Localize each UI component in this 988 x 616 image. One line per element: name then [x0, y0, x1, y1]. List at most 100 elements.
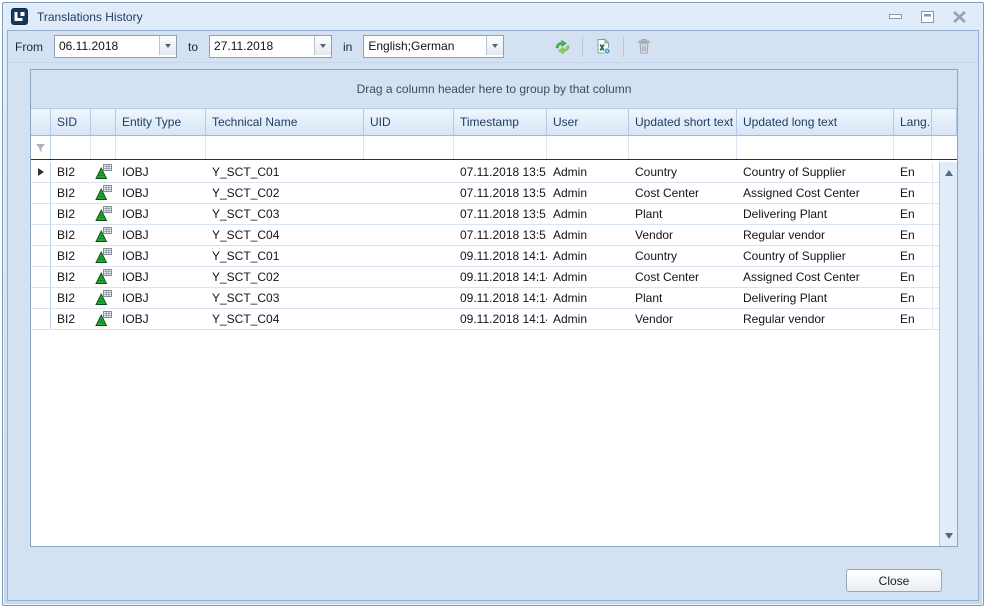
export-excel-button[interactable] [591, 35, 615, 59]
cell-uid[interactable] [364, 246, 454, 266]
cell-user[interactable]: Admin [547, 162, 629, 182]
cell-user[interactable]: Admin [547, 204, 629, 224]
cell-updated-long-text[interactable]: Regular vendor [737, 309, 894, 329]
cell-entity-type[interactable]: IOBJ [116, 288, 206, 308]
cell-technical-name[interactable]: Y_SCT_C04 [206, 225, 364, 245]
filter-cell-entity-type[interactable] [116, 136, 206, 159]
filter-cell-entity-icon[interactable] [91, 136, 116, 159]
cell-entity-icon[interactable] [91, 267, 116, 287]
cell-timestamp[interactable]: 07.11.2018 13:51 [454, 162, 547, 182]
cell-lang[interactable]: En [894, 162, 932, 182]
column-header-entity-type[interactable]: Entity Type [116, 109, 206, 136]
column-header-updated-short-text[interactable]: Updated short text [629, 109, 737, 136]
maximize-button[interactable] [919, 10, 935, 24]
cell-timestamp[interactable]: 07.11.2018 13:51 [454, 204, 547, 224]
cell-technical-name[interactable]: Y_SCT_C01 [206, 162, 364, 182]
language-dropdown-button[interactable] [486, 36, 503, 55]
column-header-timestamp[interactable]: Timestamp [454, 109, 547, 136]
column-header-entity-icon[interactable] [91, 109, 116, 136]
cell-entity-icon[interactable] [91, 162, 116, 182]
cell-entity-type[interactable]: IOBJ [116, 267, 206, 287]
cell-uid[interactable] [364, 204, 454, 224]
cell-user[interactable]: Admin [547, 288, 629, 308]
titlebar[interactable]: Translations History [3, 3, 983, 30]
to-date-input[interactable] [210, 36, 314, 55]
cell-entity-icon[interactable] [91, 309, 116, 329]
table-row[interactable]: BI2 IOBJ Y_SCT_C01 07.11.2018 13:51 Admi… [31, 162, 939, 183]
column-header-user[interactable]: User [547, 109, 629, 136]
cell-timestamp[interactable]: 07.11.2018 13:51 [454, 183, 547, 203]
minimize-button[interactable] [887, 10, 903, 24]
cell-updated-short-text[interactable]: Vendor [629, 309, 737, 329]
refresh-button[interactable] [550, 35, 574, 59]
table-row[interactable]: BI2 IOBJ Y_SCT_C03 09.11.2018 14:14 Admi… [31, 288, 939, 309]
cell-user[interactable]: Admin [547, 267, 629, 287]
cell-updated-long-text[interactable]: Regular vendor [737, 225, 894, 245]
cell-uid[interactable] [364, 162, 454, 182]
close-button[interactable]: Close [846, 569, 942, 592]
cell-sid[interactable]: BI2 [51, 183, 91, 203]
cell-timestamp[interactable]: 09.11.2018 14:14 [454, 288, 547, 308]
cell-sid[interactable]: BI2 [51, 288, 91, 308]
cell-sid[interactable]: BI2 [51, 204, 91, 224]
cell-updated-long-text[interactable]: Delivering Plant [737, 288, 894, 308]
cell-updated-long-text[interactable]: Country of Supplier [737, 246, 894, 266]
cell-entity-icon[interactable] [91, 204, 116, 224]
filter-cell-updated-long-text[interactable] [737, 136, 894, 159]
column-header-technical-name[interactable]: Technical Name [206, 109, 364, 136]
close-window-button[interactable] [951, 10, 967, 24]
cell-technical-name[interactable]: Y_SCT_C03 [206, 288, 364, 308]
cell-uid[interactable] [364, 183, 454, 203]
cell-user[interactable]: Admin [547, 309, 629, 329]
cell-uid[interactable] [364, 288, 454, 308]
scroll-up-button[interactable] [940, 164, 957, 181]
filter-cell-user[interactable] [547, 136, 629, 159]
cell-updated-short-text[interactable]: Country [629, 162, 737, 182]
cell-technical-name[interactable]: Y_SCT_C02 [206, 183, 364, 203]
group-by-panel[interactable]: Drag a column header here to group by th… [31, 70, 957, 109]
cell-lang[interactable]: En [894, 183, 932, 203]
table-row[interactable]: BI2 IOBJ Y_SCT_C01 09.11.2018 14:14 Admi… [31, 246, 939, 267]
filter-cell-updated-short-text[interactable] [629, 136, 737, 159]
filter-cell-lang[interactable] [894, 136, 932, 159]
cell-technical-name[interactable]: Y_SCT_C03 [206, 204, 364, 224]
cell-uid[interactable] [364, 309, 454, 329]
language-input[interactable] [364, 36, 486, 55]
cell-entity-type[interactable]: IOBJ [116, 183, 206, 203]
cell-timestamp[interactable]: 09.11.2018 14:14 [454, 267, 547, 287]
table-row[interactable]: BI2 IOBJ Y_SCT_C02 09.11.2018 14:14 Admi… [31, 267, 939, 288]
table-row[interactable]: BI2 IOBJ Y_SCT_C02 07.11.2018 13:51 Admi… [31, 183, 939, 204]
delete-button[interactable] [632, 35, 656, 59]
cell-uid[interactable] [364, 267, 454, 287]
to-date-dropdown-button[interactable] [314, 36, 331, 55]
cell-technical-name[interactable]: Y_SCT_C01 [206, 246, 364, 266]
cell-updated-short-text[interactable]: Plant [629, 288, 737, 308]
cell-entity-type[interactable]: IOBJ [116, 246, 206, 266]
cell-updated-short-text[interactable]: Plant [629, 204, 737, 224]
filter-cell-technical-name[interactable] [206, 136, 364, 159]
from-date-input[interactable] [55, 36, 159, 55]
cell-timestamp[interactable]: 07.11.2018 13:51 [454, 225, 547, 245]
cell-sid[interactable]: BI2 [51, 162, 91, 182]
cell-lang[interactable]: En [894, 246, 932, 266]
cell-lang[interactable]: En [894, 204, 932, 224]
cell-entity-type[interactable]: IOBJ [116, 309, 206, 329]
cell-user[interactable]: Admin [547, 183, 629, 203]
cell-updated-long-text[interactable]: Delivering Plant [737, 204, 894, 224]
cell-entity-icon[interactable] [91, 288, 116, 308]
cell-lang[interactable]: En [894, 309, 932, 329]
cell-entity-icon[interactable] [91, 246, 116, 266]
cell-updated-long-text[interactable]: Country of Supplier [737, 162, 894, 182]
cell-lang[interactable]: En [894, 225, 932, 245]
table-row[interactable]: BI2 IOBJ Y_SCT_C04 09.11.2018 14:14 Admi… [31, 309, 939, 330]
cell-updated-long-text[interactable]: Assigned Cost Center [737, 183, 894, 203]
filter-cell-uid[interactable] [364, 136, 454, 159]
cell-technical-name[interactable]: Y_SCT_C04 [206, 309, 364, 329]
filter-cell-timestamp[interactable] [454, 136, 547, 159]
cell-lang[interactable]: En [894, 288, 932, 308]
column-header-sid[interactable]: SID [51, 109, 91, 136]
column-header-updated-long-text[interactable]: Updated long text [737, 109, 894, 136]
column-header-lang[interactable]: Lang. [894, 109, 932, 136]
cell-user[interactable]: Admin [547, 225, 629, 245]
cell-entity-type[interactable]: IOBJ [116, 225, 206, 245]
